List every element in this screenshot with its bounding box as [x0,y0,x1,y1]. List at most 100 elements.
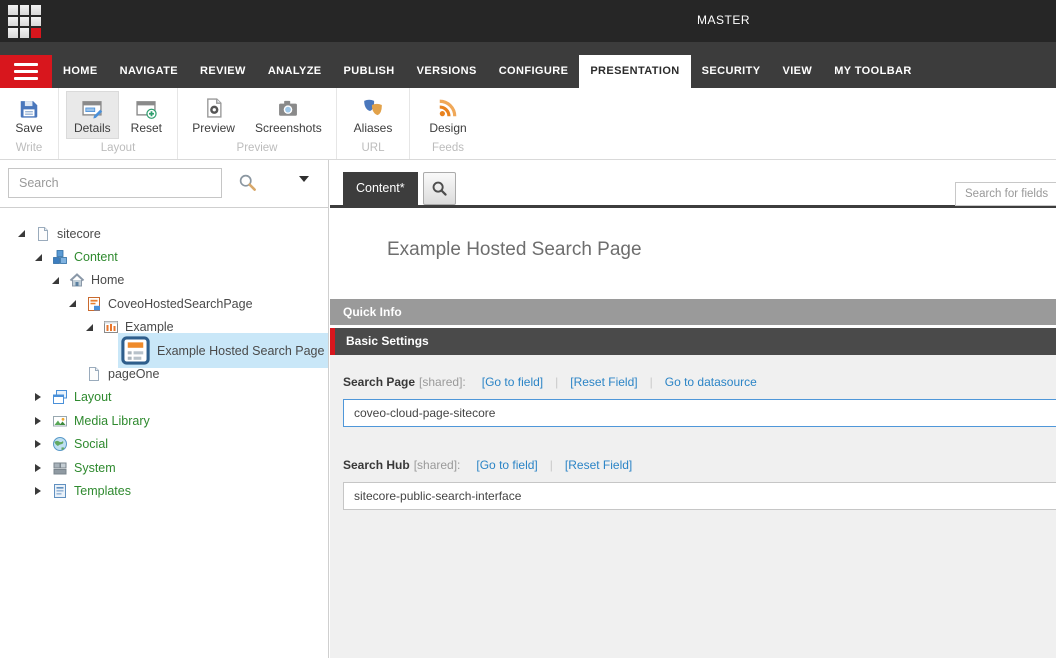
tab-review[interactable]: REVIEW [189,55,257,88]
tab-presentation[interactable]: PRESENTATION [579,55,690,88]
search-page-input[interactable] [343,399,1056,427]
section-basic-settings[interactable]: Basic Settings [330,328,1056,355]
tree-item-body[interactable]: Content [50,247,125,267]
field-shared-label: [shared]: [414,458,461,472]
tree-item-body[interactable]: Media Library [50,411,157,431]
tree-item-label: Layout [74,390,112,404]
tab-configure[interactable]: CONFIGURE [488,55,580,88]
media-icon [52,413,74,429]
tree-item-label: Templates [74,484,131,498]
preview-button[interactable]: Preview [184,91,243,139]
tree-item-body[interactable]: sitecore [33,224,108,244]
item-title: Example Hosted Search Page [387,239,642,261]
chevron-down-icon[interactable] [299,176,309,182]
reset-button[interactable]: Reset [123,91,170,139]
tab-home[interactable]: HOME [52,55,109,88]
tab-my-toolbar[interactable]: MY TOOLBAR [823,55,923,88]
section-quick-info[interactable]: Quick Info [330,299,1056,325]
system-icon [52,460,74,476]
go-to-field-link[interactable]: [Go to field] [476,458,537,472]
tab-analyze[interactable]: ANALYZE [257,55,333,88]
go-to-datasource-link[interactable]: Go to datasource [665,375,757,389]
search-icon[interactable] [238,173,257,197]
fields-area: Search Page[shared]:[Go to field]|[Reset… [330,355,1056,658]
expand-arrow-icon[interactable] [35,440,50,448]
collapse-arrow-icon[interactable] [86,324,101,331]
expand-arrow-icon[interactable] [35,393,50,401]
tree-item-body[interactable]: Layout [50,387,119,407]
tree-item-body[interactable]: Home [67,270,131,290]
expand-arrow-icon[interactable] [35,464,50,472]
screenshots-button[interactable]: Screenshots [247,91,330,139]
tab-navigate[interactable]: NAVIGATE [109,55,189,88]
collapse-arrow-icon[interactable] [52,277,67,284]
content-search-button[interactable] [423,172,456,205]
tree-item-label: Media Library [74,414,150,428]
tab-security[interactable]: SECURITY [691,55,772,88]
collapse-arrow-icon[interactable] [18,230,33,237]
design-button[interactable]: Design [421,91,474,139]
tree-item-example-hosted-search-page: Example Hosted Search Page [0,339,328,362]
field-search-input[interactable] [955,182,1056,206]
tree-item-coveohostedsearchpage: CoveoHostedSearchPage [0,292,328,315]
tab-publish[interactable]: PUBLISH [333,55,406,88]
ribbon-button-label: Reset [131,121,162,135]
tree-item-label: CoveoHostedSearchPage [108,297,253,311]
expand-arrow-icon[interactable] [35,417,50,425]
tree-item-body[interactable]: pageOne [84,364,166,384]
tree-item-body[interactable]: Templates [50,481,138,501]
hamburger-menu-button[interactable] [0,55,52,88]
search-hub-input[interactable] [343,482,1056,510]
field-label-row: Search Page[shared]:[Go to field]|[Reset… [343,375,1056,390]
tab-content[interactable]: Content* [343,172,418,205]
expand-arrow-icon[interactable] [35,487,50,495]
ribbon-button-label: Screenshots [255,121,322,135]
aliases-button[interactable]: Aliases [346,91,401,139]
collapse-arrow-icon[interactable] [35,254,50,261]
tab-versions[interactable]: VERSIONS [406,55,488,88]
search-icon [431,180,448,197]
field-shared-label: [shared]: [419,375,466,389]
editor-tab-bar: Content* [330,160,1056,208]
document-icon [35,226,57,242]
reset-field-link[interactable]: [Reset Field] [565,458,632,472]
details-button[interactable]: Details [66,91,119,139]
ribbon-group-label: Preview [178,142,336,154]
tree-item-sitecore: sitecore [0,222,328,245]
field-label: Search Hub [343,458,410,472]
search-input[interactable] [8,168,222,198]
tree-item-label: Example [125,320,174,334]
tree-item-body[interactable]: System [50,458,123,478]
design-icon [437,97,459,119]
document-icon [86,366,108,382]
menu-bar: HOMENAVIGATEREVIEWANALYZEPUBLISHVERSIONS… [0,42,1056,88]
tree-item-label: sitecore [57,227,101,241]
tree-item-social: Social [0,433,328,456]
templates-icon [52,483,74,499]
item-header: Example Hosted Search Page [330,208,1056,299]
save-icon [18,97,40,119]
reset-field-link[interactable]: [Reset Field] [570,375,637,389]
tree-item-body[interactable]: Example Hosted Search Page [118,333,328,368]
aliases-icon [362,97,384,119]
tree-item-body[interactable]: CoveoHostedSearchPage [84,294,260,314]
preview-icon [203,97,225,119]
database-label: MASTER [697,13,750,27]
tree-search-bar [0,160,328,208]
collapse-arrow-icon[interactable] [69,300,84,307]
field-label-row: Search Hub[shared]:[Go to field]|[Reset … [343,458,1056,473]
tree-item-body[interactable]: Social [50,434,115,454]
go-to-field-link[interactable]: [Go to field] [482,375,543,389]
link-separator: | [555,375,558,389]
cubes-icon [52,249,74,265]
ribbon-button-label: Design [429,121,466,135]
ribbon-group-label: Layout [59,142,177,154]
link-separator: | [650,375,653,389]
content-tree: sitecore Content Home CoveoHostedSearchPage… [0,209,328,658]
top-bar: MASTER [0,0,1056,42]
sitecore-logo [8,5,41,38]
tab-view[interactable]: VIEW [771,55,823,88]
save-button[interactable]: Save [7,91,50,139]
ribbon-group-label: Write [0,142,58,154]
tree-item-label: Home [91,273,124,287]
